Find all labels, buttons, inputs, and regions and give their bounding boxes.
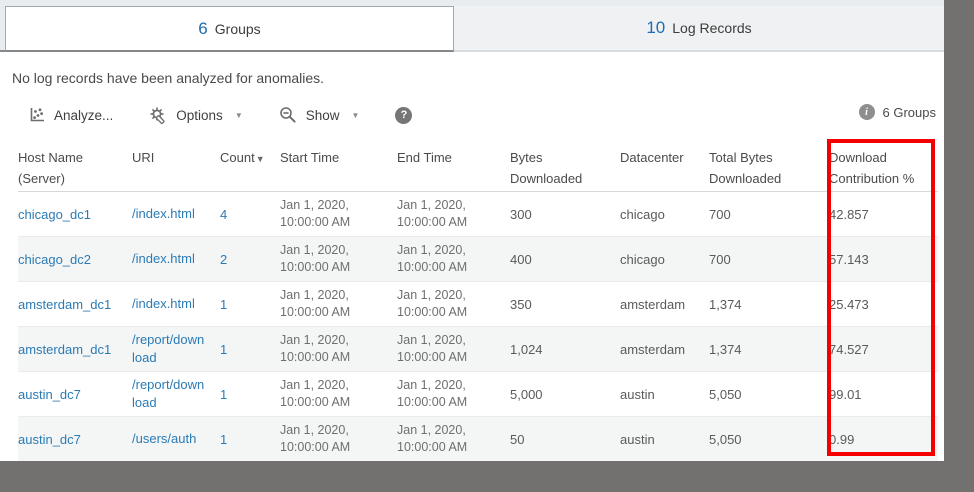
- analyze-button[interactable]: Analyze...: [28, 106, 113, 124]
- total-bytes-cell: 5,050: [709, 431, 742, 447]
- bytes-cell: 400: [510, 251, 532, 267]
- log-analytics-panel: 6 Groups 10 Log Records No log records h…: [0, 0, 944, 461]
- start-time-cell: Jan 1, 2020, 10:00:00 AM: [280, 288, 351, 319]
- col-header-contribution[interactable]: Download Contribution %: [829, 147, 938, 191]
- end-time-cell: Jan 1, 2020, 10:00:00 AM: [397, 423, 468, 454]
- log-records-label: Log Records: [672, 20, 752, 36]
- total-bytes-cell: 5,050: [709, 386, 742, 402]
- end-time-cell: Jan 1, 2020, 10:00:00 AM: [397, 288, 468, 319]
- start-time-cell: Jan 1, 2020, 10:00:00 AM: [280, 378, 351, 409]
- col-header-bytes[interactable]: Bytes Downloaded: [510, 147, 620, 191]
- total-bytes-cell: 700: [709, 206, 731, 222]
- count-link[interactable]: 2: [220, 252, 280, 267]
- options-menu-button[interactable]: Options ▼: [149, 106, 243, 125]
- bytes-cell: 350: [510, 296, 532, 312]
- chevron-down-icon: ▼: [234, 110, 243, 120]
- contribution-cell: 25.473: [829, 296, 869, 312]
- end-time-cell: Jan 1, 2020, 10:00:00 AM: [397, 378, 468, 409]
- col-header-end-time[interactable]: End Time: [397, 147, 510, 191]
- bytes-cell: 1,024: [510, 341, 543, 357]
- show-label: Show: [305, 107, 340, 123]
- table-row: austin_dc7 /users/auth 1 Jan 1, 2020, 10…: [18, 417, 938, 461]
- groups-count: 6: [198, 18, 208, 38]
- count-link[interactable]: 4: [220, 207, 280, 222]
- col-header-datacenter[interactable]: Datacenter: [620, 147, 709, 191]
- analyze-label: Analyze...: [54, 107, 114, 123]
- uri-link[interactable]: /report/download: [132, 331, 220, 367]
- table-row: chicago_dc1 /index.html 4 Jan 1, 2020, 1…: [18, 192, 938, 237]
- count-link[interactable]: 1: [220, 432, 280, 447]
- anomalies-status-message: No log records have been analyzed for an…: [12, 70, 325, 86]
- tab-bar: 6 Groups 10 Log Records: [0, 0, 944, 52]
- uri-link[interactable]: /index.html: [132, 205, 220, 223]
- host-link[interactable]: chicago_dc1: [18, 207, 132, 222]
- col-header-total-bytes[interactable]: Total Bytes Downloaded: [709, 147, 829, 191]
- contribution-cell: 57.143: [829, 251, 869, 267]
- bytes-cell: 300: [510, 206, 532, 222]
- col-header-host[interactable]: Host Name (Server): [18, 147, 132, 191]
- datacenter-cell: chicago: [620, 206, 665, 222]
- chevron-down-icon: ▼: [351, 110, 360, 120]
- table-row: amsterdam_dc1 /index.html 1 Jan 1, 2020,…: [18, 282, 938, 327]
- host-link[interactable]: austin_dc7: [18, 432, 132, 447]
- info-icon: i: [858, 104, 875, 120]
- host-link[interactable]: amsterdam_dc1: [18, 342, 132, 357]
- start-time-cell: Jan 1, 2020, 10:00:00 AM: [280, 333, 351, 364]
- datacenter-cell: austin: [620, 431, 655, 447]
- groups-summary-label: 6 Groups: [882, 104, 936, 120]
- scatter-chart-icon: [28, 106, 46, 124]
- zoom-out-icon: [279, 106, 298, 125]
- contribution-cell: 0.99: [829, 431, 855, 447]
- table-header-row: Host Name (Server) URI Count▼ Start Time…: [18, 142, 938, 192]
- show-menu-button[interactable]: Show ▼: [279, 106, 360, 125]
- datacenter-cell: austin: [620, 386, 655, 402]
- log-records-count: 10: [646, 18, 666, 37]
- uri-link[interactable]: /users/auth: [132, 430, 220, 448]
- datacenter-cell: amsterdam: [620, 296, 686, 312]
- col-header-uri[interactable]: URI: [132, 147, 220, 191]
- help-icon[interactable]: ?: [395, 106, 413, 124]
- end-time-cell: Jan 1, 2020, 10:00:00 AM: [397, 198, 468, 229]
- start-time-cell: Jan 1, 2020, 10:00:00 AM: [280, 423, 351, 454]
- total-bytes-cell: 700: [709, 251, 731, 267]
- gear-pencil-icon: [149, 106, 168, 125]
- total-bytes-cell: 1,374: [709, 296, 742, 312]
- options-label: Options: [176, 107, 223, 123]
- uri-link[interactable]: /index.html: [132, 250, 220, 268]
- end-time-cell: Jan 1, 2020, 10:00:00 AM: [397, 333, 468, 364]
- bytes-cell: 5,000: [510, 386, 543, 402]
- desktop-background: [944, 0, 974, 492]
- groups-table: Host Name (Server) URI Count▼ Start Time…: [0, 142, 938, 461]
- host-link[interactable]: austin_dc7: [18, 387, 132, 402]
- tab-groups[interactable]: 6 Groups: [5, 6, 454, 52]
- start-time-cell: Jan 1, 2020, 10:00:00 AM: [280, 243, 351, 274]
- col-header-count[interactable]: Count▼: [220, 147, 280, 191]
- host-link[interactable]: amsterdam_dc1: [18, 297, 132, 312]
- datacenter-cell: chicago: [620, 251, 665, 267]
- start-time-cell: Jan 1, 2020, 10:00:00 AM: [280, 198, 351, 229]
- uri-link[interactable]: /index.html: [132, 295, 220, 313]
- host-link[interactable]: chicago_dc2: [18, 252, 132, 267]
- count-link[interactable]: 1: [220, 342, 280, 357]
- uri-link[interactable]: /report/download: [132, 376, 220, 412]
- col-header-start-time[interactable]: Start Time: [280, 147, 397, 191]
- contribution-cell: 42.857: [829, 206, 869, 222]
- count-link[interactable]: 1: [220, 297, 280, 312]
- count-link[interactable]: 1: [220, 387, 280, 402]
- table-row: amsterdam_dc1 /report/download 1 Jan 1, …: [18, 327, 938, 372]
- table-row: chicago_dc2 /index.html 2 Jan 1, 2020, 1…: [18, 237, 938, 282]
- toolbar: Analyze... Options ▼ Show ▼ ? i 6 Groups: [0, 102, 944, 128]
- end-time-cell: Jan 1, 2020, 10:00:00 AM: [397, 243, 468, 274]
- sort-descending-icon: ▼: [255, 154, 265, 164]
- table-row: austin_dc7 /report/download 1 Jan 1, 202…: [18, 372, 938, 417]
- groups-label: Groups: [214, 20, 261, 37]
- total-bytes-cell: 1,374: [709, 341, 742, 357]
- tab-log-records[interactable]: 10 Log Records: [454, 6, 944, 52]
- contribution-cell: 99.01: [829, 386, 862, 402]
- groups-summary: i 6 Groups: [858, 104, 936, 120]
- bytes-cell: 50: [510, 431, 525, 447]
- contribution-cell: 74.527: [829, 341, 869, 357]
- desktop-background: [0, 461, 974, 492]
- datacenter-cell: amsterdam: [620, 341, 686, 357]
